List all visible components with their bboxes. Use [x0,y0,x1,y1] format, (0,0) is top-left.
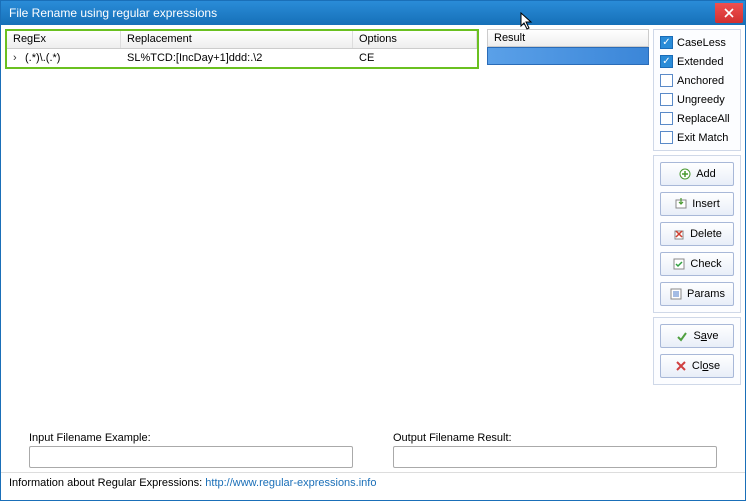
footer-link[interactable]: http://www.regular-expressions.info [205,477,376,489]
input-filename-field[interactable] [29,446,353,468]
checkbox-icon [660,112,673,125]
checkbox-icon [660,131,673,144]
close-window-button[interactable] [715,3,743,23]
delete-button[interactable]: Delete [660,222,734,246]
close-icon [724,8,734,18]
checkbox-extended[interactable]: Extended [660,55,734,68]
add-icon [678,167,692,181]
window-title: File Rename using regular expressions [9,6,715,20]
table-row[interactable]: › (.*)\.(.*) SL%TCD:[IncDay+1]ddd:.\2 CE [7,49,477,67]
params-button[interactable]: Params [660,282,734,306]
checkbox-icon [660,93,673,106]
cell-replacement: SL%TCD:[IncDay+1]ddd:.\2 [121,51,353,65]
row-selector-icon: › [7,51,19,65]
result-pane: Result [487,29,649,69]
dialog-buttons: Save Close [653,317,741,385]
close-icon [674,359,688,373]
input-filename-label: Input Filename Example: [29,432,353,444]
insert-button[interactable]: Insert [660,192,734,216]
footer: Information about Regular Expressions: h… [1,472,745,495]
checkbox-replaceall[interactable]: ReplaceAll [660,112,734,125]
result-selection[interactable] [487,47,649,65]
col-replacement: Replacement [121,31,353,48]
checkbox-icon [660,74,673,87]
cell-regex: (.*)\.(.*) [19,51,121,65]
footer-text: Information about Regular Expressions: [9,477,205,489]
table-header: RegEx Replacement Options [7,31,477,49]
close-button[interactable]: Close [660,354,734,378]
action-buttons: Add Insert Delete Check Params [653,155,741,313]
col-options: Options [353,31,477,48]
insert-icon [674,197,688,211]
output-filename-field[interactable] [393,446,717,468]
save-icon [675,329,689,343]
cell-options: CE [353,51,477,65]
output-filename-label: Output Filename Result: [393,432,717,444]
checkbox-icon [660,55,673,68]
filename-example-group: Input Filename Example: Output Filename … [1,426,745,472]
options-group: CaseLess Extended Anchored Ungreedy Repl… [653,29,741,151]
params-icon [669,287,683,301]
checkbox-exitmatch[interactable]: Exit Match [660,131,734,144]
check-button[interactable]: Check [660,252,734,276]
checkbox-ungreedy[interactable]: Ungreedy [660,93,734,106]
checkbox-icon [660,36,673,49]
col-regex: RegEx [7,31,121,48]
checkbox-caseless[interactable]: CaseLess [660,36,734,49]
regex-table[interactable]: RegEx Replacement Options › (.*)\.(.*) S… [5,29,479,69]
result-header: Result [487,29,649,47]
checkbox-anchored[interactable]: Anchored [660,74,734,87]
titlebar: File Rename using regular expressions [1,1,745,25]
check-icon [672,257,686,271]
delete-icon [672,227,686,241]
add-button[interactable]: Add [660,162,734,186]
save-button[interactable]: Save [660,324,734,348]
